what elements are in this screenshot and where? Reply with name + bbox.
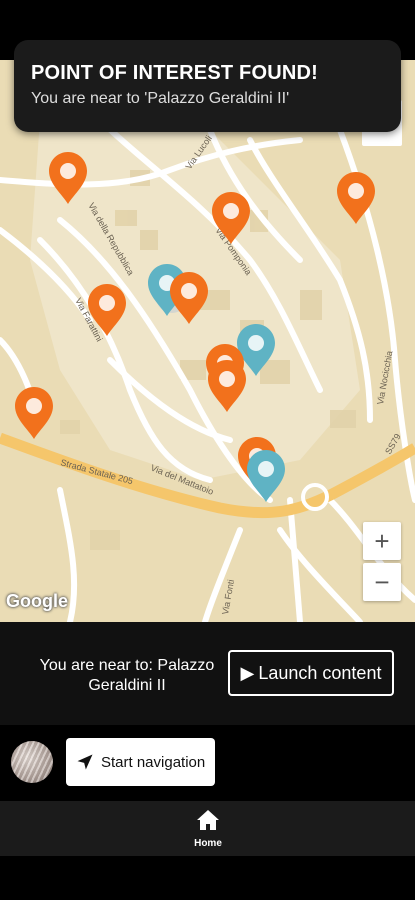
- navigation-row: Start navigation: [0, 725, 415, 801]
- poi-marker[interactable]: [247, 450, 285, 502]
- poi-marker[interactable]: [88, 284, 126, 336]
- tab-home-label: Home: [194, 838, 222, 849]
- poi-marker[interactable]: [337, 172, 375, 224]
- zoom-in-button[interactable]: +: [363, 522, 401, 560]
- zoom-out-button[interactable]: −: [363, 563, 401, 601]
- toast-title: POINT OF INTEREST FOUND!: [31, 62, 319, 84]
- poi-marker[interactable]: [212, 192, 250, 244]
- navigation-arrow-icon: [77, 754, 93, 770]
- poi-marker[interactable]: [49, 152, 87, 204]
- poi-marker[interactable]: [208, 360, 246, 412]
- poi-found-toast[interactable]: POINT OF INTEREST FOUND! You are near to…: [14, 40, 401, 132]
- launch-content-label: Launch content: [258, 662, 382, 683]
- start-navigation-label: Start navigation: [101, 753, 206, 771]
- home-icon: [197, 810, 219, 830]
- poi-marker[interactable]: [170, 272, 208, 324]
- map-view[interactable]: Via della Repubblica Via Farattini Strad…: [0, 60, 415, 622]
- poi-markers: [15, 152, 375, 502]
- tab-home[interactable]: Home: [178, 809, 238, 849]
- start-navigation-button[interactable]: Start navigation: [66, 738, 215, 786]
- near-poi-panel: You are near to: Palazzo Geraldini II ▶ …: [0, 622, 415, 725]
- system-nav-area: [0, 856, 415, 900]
- play-icon: ▶: [240, 662, 255, 683]
- launch-content-button[interactable]: ▶ Launch content: [228, 650, 394, 696]
- poi-marker[interactable]: [15, 387, 53, 439]
- toast-message: You are near to 'Palazzo Geraldini II': [31, 90, 290, 107]
- near-poi-text: You are near to: Palazzo Geraldini II: [39, 657, 215, 694]
- bottom-tab-bar: Home: [0, 801, 415, 856]
- poi-thumbnail[interactable]: [11, 741, 53, 783]
- google-logo: Google: [6, 591, 68, 611]
